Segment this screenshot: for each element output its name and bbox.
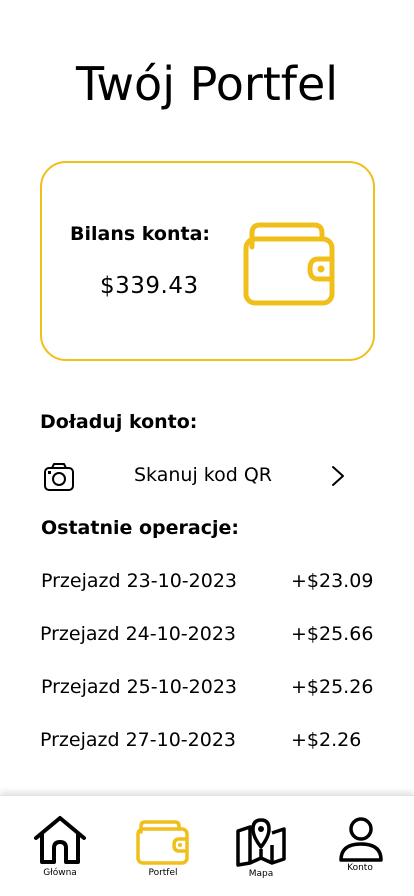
operation-amount: +$23.09: [291, 570, 374, 592]
map-icon: [236, 818, 286, 867]
operation-row: Przejazd 25-10-2023 +$25.26: [0, 676, 414, 704]
chevron-right-icon: [332, 466, 344, 486]
nav-label-wallet: Portfel: [148, 868, 178, 878]
camera-icon: [44, 463, 74, 491]
nav-label-home: Główna: [43, 868, 77, 878]
scan-qr-button[interactable]: Skanuj kod QR: [40, 456, 360, 496]
nav-item-home[interactable]: Główna: [10, 796, 110, 896]
nav-label-map: Mapa: [248, 869, 274, 879]
bottom-nav: Główna Portfel Mapa Konto: [0, 795, 414, 896]
operation-amount: +$25.26: [291, 676, 374, 698]
wallet-icon: [136, 820, 189, 865]
nav-item-account[interactable]: Konto: [310, 796, 410, 896]
operation-name: Przejazd 25-10-2023: [41, 676, 238, 698]
topup-title: Doładuj konto:: [40, 411, 198, 433]
operation-amount: +$25.66: [291, 623, 374, 645]
user-icon: [339, 817, 383, 862]
operation-name: Przejazd 23-10-2023: [41, 570, 238, 592]
operation-name: Przejazd 24-10-2023: [40, 623, 237, 645]
balance-amount: $339.43: [100, 273, 199, 299]
scan-qr-label: Skanuj kod QR: [134, 464, 272, 486]
home-icon: [34, 816, 86, 864]
wallet-icon: [243, 222, 335, 306]
nav-item-map[interactable]: Mapa: [211, 796, 311, 896]
balance-card: Bilans konta: $339.43: [40, 161, 375, 361]
operation-name: Przejazd 27-10-2023: [40, 729, 237, 751]
operation-row: Przejazd 23-10-2023 +$23.09: [0, 570, 414, 598]
nav-item-wallet[interactable]: Portfel: [113, 796, 213, 896]
operation-amount: +$2.26: [291, 729, 362, 751]
page-title: Twój Portfel: [75, 57, 339, 111]
operations-title: Ostatnie operacje:: [41, 517, 239, 539]
operation-row: Przejazd 27-10-2023 +$2.26: [0, 729, 414, 757]
nav-label-account: Konto: [347, 863, 373, 873]
balance-label: Bilans konta:: [70, 223, 210, 245]
operation-row: Przejazd 24-10-2023 +$25.66: [0, 623, 414, 651]
